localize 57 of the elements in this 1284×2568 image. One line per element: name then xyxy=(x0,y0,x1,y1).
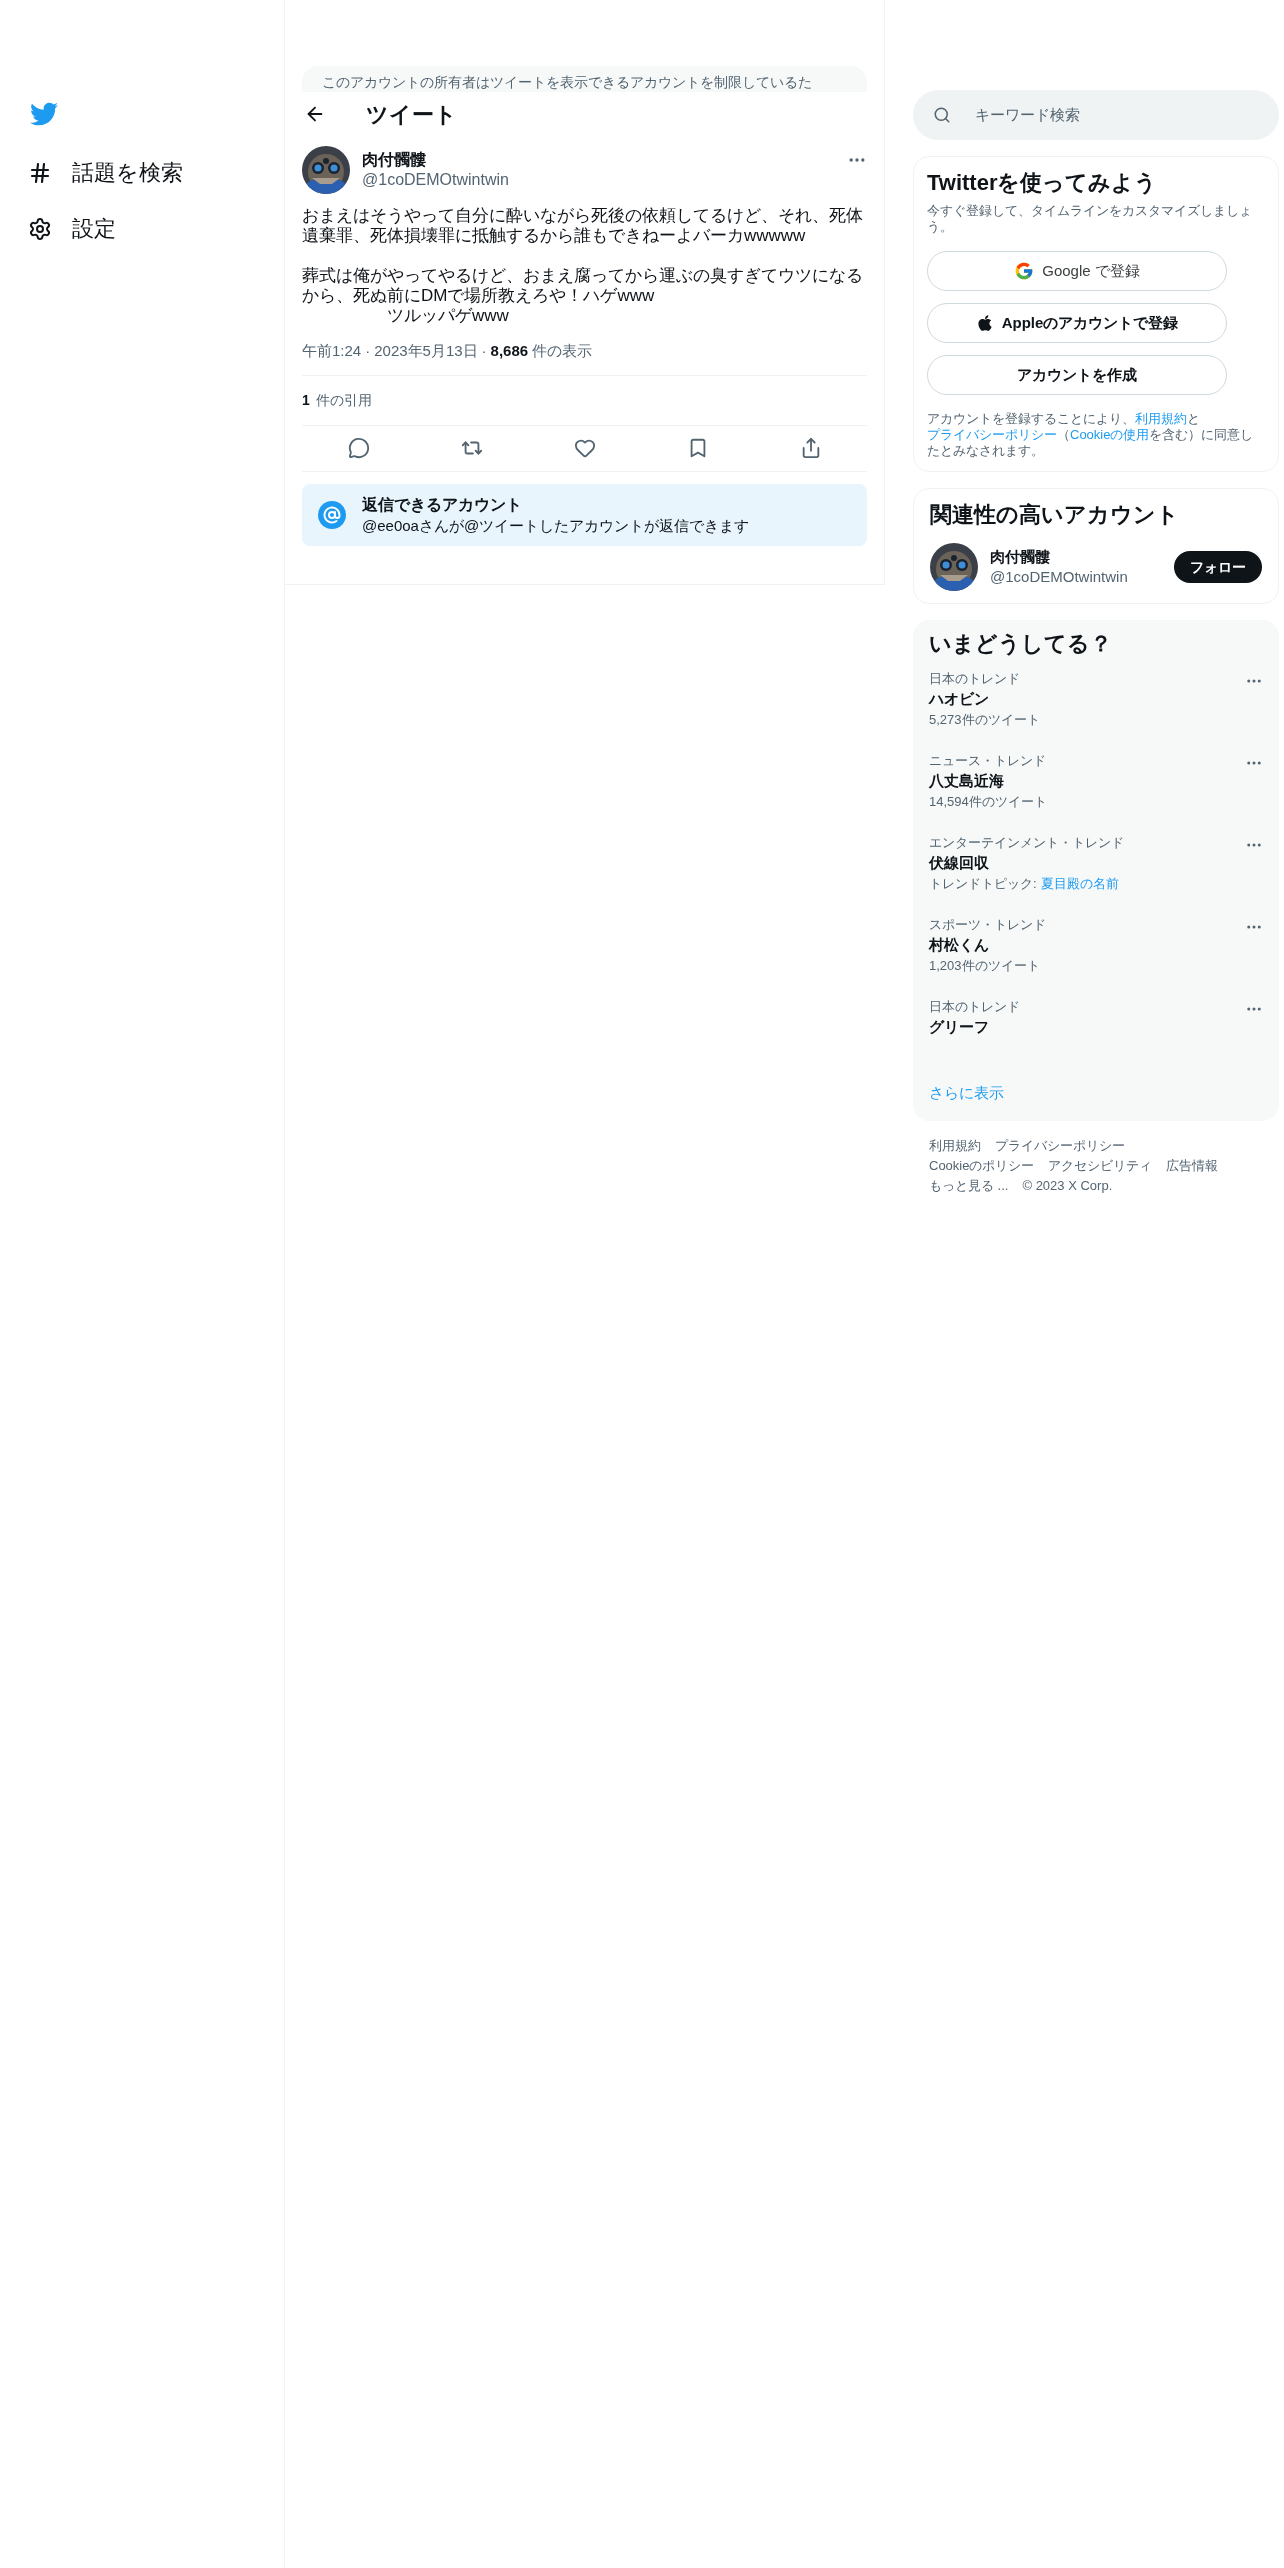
trend-count: 5,273件のツイート xyxy=(929,711,1040,729)
sidebar-item[interactable]: 話題を検索 xyxy=(28,156,284,190)
views-label: 件の表示 xyxy=(532,341,593,361)
user-name[interactable]: 肉付髑髏 xyxy=(990,547,1162,567)
signup-subtitle: 今すぐ登録して、タイムラインをカスタマイズしましょう。 xyxy=(927,203,1253,235)
views-count: 8,686 xyxy=(490,341,529,361)
bird-logo-icon[interactable] xyxy=(28,100,60,128)
separator-dot: · xyxy=(365,341,371,361)
trend-category: スポーツ・トレンド xyxy=(929,916,1046,934)
trend-name[interactable]: 村松くん xyxy=(929,934,1046,956)
separator-dot: · xyxy=(481,341,487,361)
legal-text: アカウントを登録することにより、利用規約 と プライバシーポリシー（Cookieの使用を含む）に同意したとみなされます。 xyxy=(927,411,1255,459)
card-title: いまどうしてる？ xyxy=(929,630,1113,658)
trend-category: 日本のトレンド xyxy=(929,998,1020,1016)
google-g-icon xyxy=(1014,261,1035,281)
trend-name[interactable]: 伏線回収 xyxy=(929,852,1124,874)
tweet-date[interactable]: 2023年5月13日 xyxy=(374,340,478,363)
tweet-time[interactable]: 午前1:24 xyxy=(302,340,362,363)
user-name[interactable]: 肉付髑髏 xyxy=(362,150,835,170)
restriction-text: @ee0oaさんが@ツイートしたアカウントが返信できます xyxy=(362,515,750,536)
footer-link[interactable]: Cookieのポリシー xyxy=(929,1156,1035,1175)
tweet-text: 葬式は俺がやってやるけど、おまえ腐ってから運ぶの臭すぎてウツになるから、死ぬ前にDMで場所教えろや！ハゲwww ツルッパゲwww xyxy=(302,266,864,326)
trend-category: 日本のトレンド xyxy=(929,670,1021,688)
trend-count: 14,594件のツイート xyxy=(929,793,1047,811)
topic-label: トレンドトピック: xyxy=(929,875,1037,893)
at-sign-icon xyxy=(318,500,346,529)
footer-link[interactable]: アクセシビリティ xyxy=(1048,1156,1153,1175)
settings-icon xyxy=(28,217,52,241)
page-title: ツイート xyxy=(366,100,457,129)
trend-count: 1,203件のツイート xyxy=(929,957,1041,975)
like-icon[interactable] xyxy=(573,437,596,459)
footer-link[interactable]: 広告情報 xyxy=(1166,1156,1219,1175)
trend-category: ニュース・トレンド xyxy=(929,752,1047,770)
card-title: Twitterを使ってみよう xyxy=(927,169,1159,197)
card-title: 関連性の高いアカウント xyxy=(930,501,1180,529)
search-icon xyxy=(933,106,951,124)
trend-name[interactable]: グリーフ xyxy=(929,1016,1020,1038)
sidebar-item[interactable]: 設定 xyxy=(28,212,284,246)
footer-link[interactable]: プライバシーポリシー xyxy=(995,1136,1125,1155)
restriction-title: 返信できるアカウント xyxy=(362,494,523,515)
trend-category: エンターテインメント・トレンド xyxy=(929,834,1124,852)
follow-button[interactable]: フォロー xyxy=(1174,551,1262,583)
copyright-text: © 2023 X Corp. xyxy=(1022,1176,1113,1195)
footer-link[interactable]: 利用規約 xyxy=(929,1136,981,1155)
quotes-link[interactable]: 1 件の引用 xyxy=(302,375,867,426)
footer-link[interactable]: もっと見る ... xyxy=(929,1176,1009,1195)
user-handle[interactable]: @1coDEMOtwintwin xyxy=(362,170,835,190)
trend-name[interactable]: 八丈島近海 xyxy=(929,770,1047,792)
notice-banner: このアカウントの所有者はツイートを表示できるアカウントを制限しているた xyxy=(302,66,867,92)
reply-icon[interactable] xyxy=(347,437,370,459)
tweet-text: おまえはそうやって自分に酔いながら死後の依頼してるけど、それ、死体遺棄罪、死体損壊罪に抵触するから誰もできねーよバーカwwwww xyxy=(302,206,864,246)
hashtag-icon xyxy=(28,161,52,185)
search-field[interactable]: キーワード検索 xyxy=(913,90,1279,140)
trend-name[interactable]: ハオビン xyxy=(929,688,1040,710)
search-input[interactable]: キーワード検索 xyxy=(975,103,1259,127)
apple-icon xyxy=(975,314,994,332)
user-handle[interactable]: @1coDEMOtwintwin xyxy=(990,567,1162,587)
